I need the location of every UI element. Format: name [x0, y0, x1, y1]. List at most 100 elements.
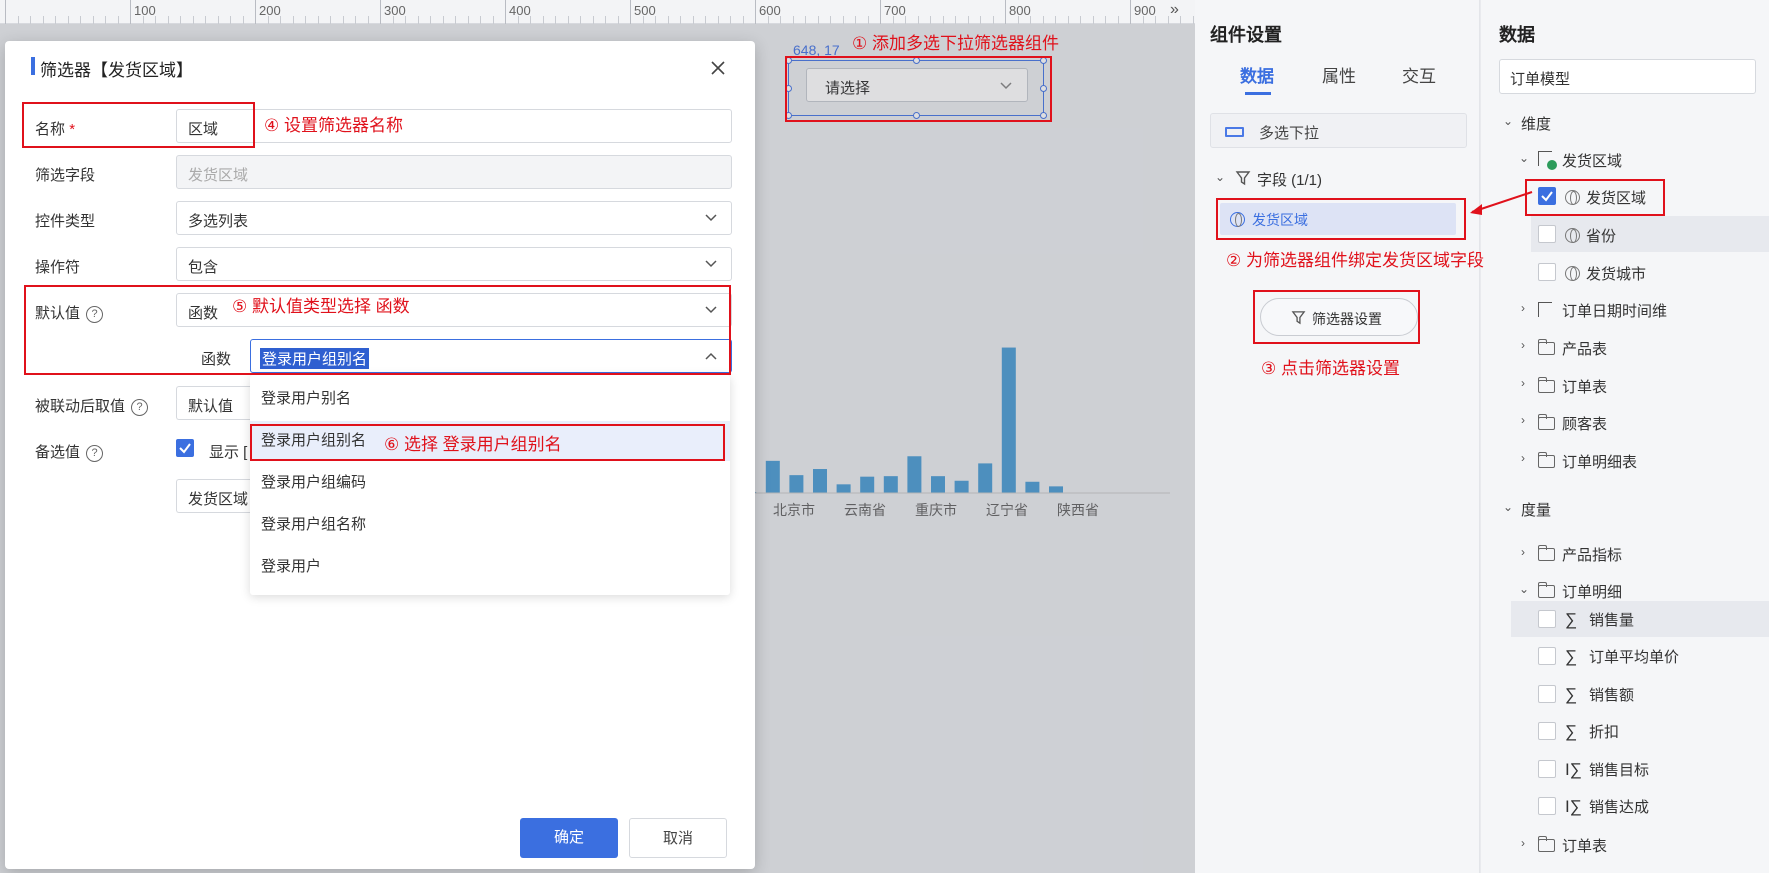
chevron-right-icon[interactable]: › — [1521, 338, 1525, 352]
measure-item-1[interactable]: ∑ 销售量 — [1565, 609, 1634, 630]
ruler-minor-tick — [80, 16, 81, 24]
dropdown-option[interactable]: 登录用户组名称 — [250, 505, 730, 545]
help-icon[interactable]: ? — [86, 445, 104, 462]
folder-icon — [1537, 836, 1555, 852]
dim-folder-3[interactable]: 订单表 — [1537, 376, 1607, 397]
filter-field-label: 筛选字段 — [35, 167, 96, 184]
annotation-4: ④ 设置筛选器名称 — [264, 116, 403, 135]
chevron-right-icon[interactable]: › — [1521, 545, 1525, 559]
ruler-minor-tick — [580, 16, 581, 24]
annotation-1: ① 添加多选下拉筛选器组件 — [852, 34, 1059, 53]
ruler-label: 100 — [134, 3, 156, 18]
measure-item-6[interactable]: I∑ 销售达成 — [1565, 796, 1649, 817]
ruler-minor-tick — [292, 16, 294, 24]
chevron-right-icon[interactable]: › — [1521, 413, 1525, 427]
ruler-label: 300 — [384, 3, 406, 18]
dim-item-3[interactable]: 发货城市 — [1565, 263, 1646, 284]
ruler-minor-tick — [180, 16, 181, 24]
measure-checkbox-1[interactable] — [1538, 610, 1556, 628]
highlight-name-row — [22, 102, 255, 148]
folder-icon — [1537, 377, 1555, 393]
tab-interaction[interactable]: 交互 — [1402, 62, 1436, 87]
measure-item-4[interactable]: ∑ 折扣 — [1565, 721, 1619, 742]
ruler-minor-tick — [1105, 16, 1106, 24]
operator-select[interactable]: 包含 — [176, 247, 732, 281]
cancel-button[interactable]: 取消 — [629, 818, 727, 858]
ruler-minor-tick — [1080, 16, 1081, 24]
ruler-minor-tick — [342, 16, 344, 24]
dim-folder-1[interactable]: 订单日期时间维 — [1562, 300, 1667, 321]
name-input[interactable]: 区域 — [176, 109, 732, 143]
ruler-minor-tick — [917, 16, 919, 24]
dropdown-option[interactable]: 登录用户别名 — [250, 379, 730, 419]
show-checkbox[interactable] — [176, 439, 194, 457]
measure-item-2[interactable]: ∑ 订单平均单价 — [1565, 646, 1679, 667]
ruler-minor-tick — [805, 16, 806, 24]
dim-checkbox-3[interactable] — [1538, 263, 1556, 281]
measure-checkbox-6[interactable] — [1538, 797, 1556, 815]
ruler-minor-tick — [67, 16, 69, 24]
ruler-minor-tick — [705, 16, 706, 24]
close-icon[interactable] — [710, 60, 726, 76]
measure-folder-3[interactable]: 订单表 — [1537, 835, 1607, 856]
dim-checkbox-2[interactable] — [1538, 225, 1556, 243]
canvas-ruler: 100 200 300 400 500 600 700 800 900 » — [0, 0, 1244, 24]
ruler-minor-tick — [967, 16, 969, 24]
chevron-right-icon[interactable]: › — [1521, 836, 1525, 850]
component-settings-panel: 组件设置 数据 属性 交互 多选下拉 ⌄ 字段 (1/1) 发货区域 筛选器设置 — [1195, 0, 1480, 873]
multiselect-icon — [1225, 127, 1244, 137]
measure-checkbox-4[interactable] — [1538, 722, 1556, 740]
ruler-minor-tick — [1117, 16, 1119, 24]
folder-icon — [1537, 545, 1555, 561]
chevron-right-icon[interactable]: › — [1521, 376, 1525, 390]
ruler-minor-tick — [817, 16, 819, 24]
chevron-down-icon[interactable]: ⌄ — [1503, 114, 1513, 128]
dropdown-option[interactable]: 登录用户组编码 — [250, 463, 730, 503]
ruler-minor-tick — [542, 16, 544, 24]
settings-title: 组件设置 — [1210, 25, 1282, 45]
chevron-right-icon[interactable]: › — [1521, 301, 1525, 315]
function-dropdown: 登录用户别名 登录用户组别名 登录用户组编码 登录用户组名称 登录用户 — [250, 375, 730, 595]
chevron-down-icon[interactable]: ⌄ — [1503, 500, 1513, 514]
ruler-minor-tick — [792, 16, 794, 24]
measure-item-5[interactable]: I∑ 销售目标 — [1565, 759, 1649, 780]
dim-item-2[interactable]: 省份 — [1565, 225, 1616, 246]
ruler-minor-tick — [955, 16, 956, 24]
help-icon[interactable]: ? — [131, 399, 149, 416]
control-type-select[interactable]: 多选列表 — [176, 201, 732, 235]
chevron-down-icon[interactable]: ⌄ — [1519, 582, 1529, 596]
ruler-tick — [1005, 0, 1006, 24]
dropdown-option[interactable]: 登录用户 — [250, 547, 730, 587]
ruler-minor-tick — [55, 16, 56, 24]
ruler-minor-tick — [830, 16, 831, 24]
measure-checkbox-2[interactable] — [1538, 647, 1556, 665]
component-type-box: 多选下拉 — [1210, 113, 1467, 148]
ruler-tick — [255, 0, 256, 24]
ruler-scroll-icon[interactable]: » — [1170, 1, 1179, 19]
dialog-title-bar — [31, 57, 35, 75]
measure-checkbox-3[interactable] — [1538, 685, 1556, 703]
measures-label: 度量 — [1521, 502, 1552, 519]
ruler-minor-tick — [230, 16, 231, 24]
chevron-down-icon[interactable]: ⌄ — [1215, 170, 1225, 184]
chevron-right-icon[interactable]: › — [1521, 451, 1525, 465]
chevron-down-icon[interactable]: ⌄ — [1519, 151, 1529, 165]
globe-icon — [1565, 266, 1580, 281]
model-select[interactable]: 订单模型 — [1499, 59, 1756, 94]
ruler-minor-tick — [1067, 16, 1069, 24]
tab-properties[interactable]: 属性 — [1322, 62, 1356, 87]
dim-folder-2[interactable]: 产品表 — [1537, 338, 1607, 359]
dim-group-item[interactable]: 发货区域 — [1562, 150, 1622, 171]
measure-item-3[interactable]: ∑ 销售额 — [1565, 684, 1634, 705]
ruler-tick — [755, 0, 756, 24]
measure-folder-1[interactable]: 产品指标 — [1537, 544, 1622, 565]
tab-data[interactable]: 数据 — [1240, 62, 1274, 87]
ruler-tick — [630, 0, 631, 24]
dim-folder-4[interactable]: 顾客表 — [1537, 413, 1607, 434]
folder-icon — [1537, 414, 1555, 430]
check-badge-icon — [1547, 160, 1557, 170]
measure-folder-2[interactable]: 订单明细 — [1537, 581, 1622, 602]
dim-folder-5[interactable]: 订单明细表 — [1537, 451, 1637, 472]
ok-button[interactable]: 确定 — [520, 818, 618, 858]
measure-checkbox-5[interactable] — [1538, 760, 1556, 778]
